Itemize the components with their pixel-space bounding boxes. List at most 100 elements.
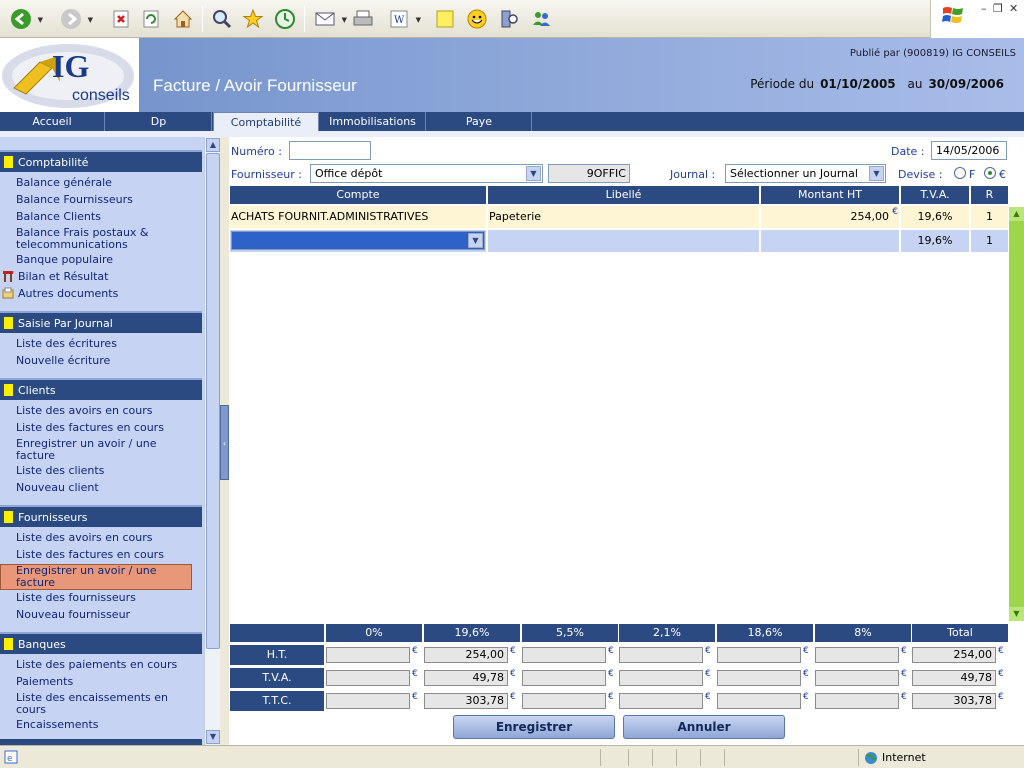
sidebar-item-clients-enregistrer[interactable]: Enregistrer un avoir / une facture xyxy=(16,438,192,462)
line-2-r[interactable]: 1 xyxy=(971,230,1008,252)
sidebar-item-fourn-enregistrer[interactable]: Enregistrer un avoir / une facture xyxy=(0,564,192,590)
euro-sign: € xyxy=(803,646,809,656)
collapse-sidebar-handle[interactable]: ‹ xyxy=(220,405,229,480)
page-title: Facture / Avoir Fournisseur xyxy=(153,76,357,95)
messenger-smiley-icon[interactable] xyxy=(464,6,490,32)
tab-accueil[interactable]: Accueil xyxy=(0,112,105,132)
sidebar-item-encaissements-en-cours[interactable]: Liste des encaissements en cours xyxy=(16,692,192,716)
sidebar-item-liste-clients[interactable]: Liste des clients xyxy=(16,465,192,477)
chevron-down-icon: ▼ xyxy=(468,233,483,248)
devise-euro-radio[interactable] xyxy=(984,167,996,179)
sidebar-item-paiements-en-cours[interactable]: Liste des paiements en cours xyxy=(16,659,192,671)
favorites-icon[interactable] xyxy=(240,6,266,32)
euro-sign: € xyxy=(901,646,907,656)
sidebar-item-fourn-factures[interactable]: Liste des factures en cours xyxy=(16,549,192,561)
scroll-down-icon[interactable]: ▼ xyxy=(1009,607,1024,621)
refresh-icon[interactable] xyxy=(138,6,164,32)
close-icon[interactable]: ✕ xyxy=(1009,2,1018,15)
scroll-thumb[interactable] xyxy=(206,153,220,649)
lines-scrollbar[interactable]: ▲ ▼ xyxy=(1009,207,1024,621)
totals-value-field: 254,00 xyxy=(424,647,508,663)
col-r: R xyxy=(971,186,1008,204)
sidebar-item-paiements[interactable]: Paiements xyxy=(16,676,192,688)
sidebar-item-balance-fournisseurs[interactable]: Balance Fournisseurs xyxy=(16,194,192,206)
sidebar-item-clients-factures[interactable]: Liste des factures en cours xyxy=(16,422,192,434)
journal-select[interactable]: Sélectionner un Journal ▼ xyxy=(725,164,886,183)
minimize-icon[interactable]: – xyxy=(981,2,987,15)
sidebar-item-nouveau-fournisseur[interactable]: Nouveau fournisseur xyxy=(16,609,192,621)
note-icon[interactable] xyxy=(432,6,458,32)
history-icon[interactable] xyxy=(272,6,298,32)
stop-icon[interactable] xyxy=(108,6,134,32)
euro-sign: € xyxy=(998,692,1004,702)
sidebar-item-bilan[interactable]: Bilan et Résultat xyxy=(18,271,194,283)
sidebar-item-autres-documents[interactable]: Autres documents xyxy=(18,288,194,300)
period-label: Période du xyxy=(750,77,815,91)
devise-euro-label: € xyxy=(999,168,1006,181)
chevron-down-icon: ▼ xyxy=(869,166,884,181)
devise-f-radio[interactable] xyxy=(954,167,966,179)
sidebar-item-balance-clients[interactable]: Balance Clients xyxy=(16,211,192,223)
compte-select[interactable]: ▼ xyxy=(231,231,485,250)
sidebar-item-fourn-avoirs[interactable]: Liste des avoirs en cours xyxy=(16,532,192,544)
date-input[interactable]: 14/05/2006 xyxy=(931,141,1007,160)
restore-icon[interactable]: ❐ xyxy=(993,2,1003,15)
tab-immobilisations[interactable]: Immobilisations xyxy=(320,112,426,132)
back-icon[interactable]: ▼ xyxy=(8,6,43,32)
line-1-compte[interactable]: ACHATS FOURNIT.ADMINISTRATIVES xyxy=(230,206,486,228)
period-from: 01/10/2005 xyxy=(820,77,896,91)
numero-input[interactable] xyxy=(289,141,371,160)
line-2-libelle[interactable] xyxy=(488,230,759,252)
page-icon: e xyxy=(4,750,18,767)
totals-value-field xyxy=(815,693,899,709)
fournisseur-code: 9OFFIC xyxy=(548,164,630,183)
totals-col-header: 18,6% xyxy=(717,624,813,642)
sidebar-item-liste-fournisseurs[interactable]: Liste des fournisseurs xyxy=(16,592,192,604)
euro-sign: € xyxy=(705,669,711,679)
scroll-down-icon[interactable]: ▼ xyxy=(206,730,220,744)
line-1-montant[interactable]: 254,00 € xyxy=(761,206,899,228)
svg-text:W: W xyxy=(394,15,405,26)
search-icon[interactable] xyxy=(209,6,235,32)
euro-sign: € xyxy=(901,669,907,679)
euro-sign: € xyxy=(510,646,516,656)
sidebar-item-nouvelle-ecriture[interactable]: Nouvelle écriture xyxy=(16,355,192,367)
sidebar-item-encaissements[interactable]: Encaissements xyxy=(16,719,192,731)
tab-paye[interactable]: Paye xyxy=(427,112,532,132)
logo-ig: IG xyxy=(52,48,90,84)
sidebar-item-nouveau-client[interactable]: Nouveau client xyxy=(16,482,192,494)
line-1-r[interactable]: 1 xyxy=(971,206,1008,228)
sidebar-item-liste-ecritures[interactable]: Liste des écritures xyxy=(16,338,192,350)
section-saisie: Saisie Par Journal xyxy=(0,311,202,333)
forward-icon[interactable]: ▼ xyxy=(58,6,93,32)
sidebar-scrollbar[interactable]: ▲ ▼ xyxy=(204,137,220,745)
cancel-button[interactable]: Annuler xyxy=(623,715,785,739)
scroll-up-icon[interactable]: ▲ xyxy=(1009,207,1024,221)
mail-icon[interactable]: ▼ xyxy=(312,6,347,32)
report-icon xyxy=(2,270,14,282)
zone-label: Internet xyxy=(882,751,926,764)
totals-value-field xyxy=(522,693,606,709)
line-1-libelle[interactable]: Papeterie xyxy=(488,206,759,228)
print-icon[interactable] xyxy=(350,6,376,32)
line-2-montant[interactable] xyxy=(761,230,899,252)
period-to: 30/09/2006 xyxy=(928,77,1004,91)
messenger-people-icon[interactable] xyxy=(528,6,554,32)
fournisseur-select[interactable]: Office dépôt ▼ xyxy=(310,164,543,183)
totals-value-field xyxy=(522,647,606,663)
edit-word-icon[interactable]: W ▼ xyxy=(386,6,421,32)
tab-comptabilite[interactable]: Comptabilité xyxy=(213,112,319,133)
research-icon[interactable] xyxy=(496,6,522,32)
totals-value-field xyxy=(717,670,801,686)
tab-dp[interactable]: Dp xyxy=(106,112,212,132)
sidebar-item-balance-generale[interactable]: Balance générale xyxy=(16,177,192,189)
home-icon[interactable] xyxy=(170,6,196,32)
save-button[interactable]: Enregistrer xyxy=(453,715,615,739)
sidebar-item-banque-populaire[interactable]: Banque populaire xyxy=(16,254,192,266)
line-2-tva[interactable]: 19,6% xyxy=(901,230,969,252)
sidebar-item-clients-avoirs[interactable]: Liste des avoirs en cours xyxy=(16,405,192,417)
scroll-up-icon[interactable]: ▲ xyxy=(206,138,220,152)
line-1-tva[interactable]: 19,6% xyxy=(901,206,969,228)
sidebar-item-balance-frais[interactable]: Balance Frais postaux & telecommunicatio… xyxy=(16,227,192,251)
totals-col-header: 2,1% xyxy=(619,624,715,642)
